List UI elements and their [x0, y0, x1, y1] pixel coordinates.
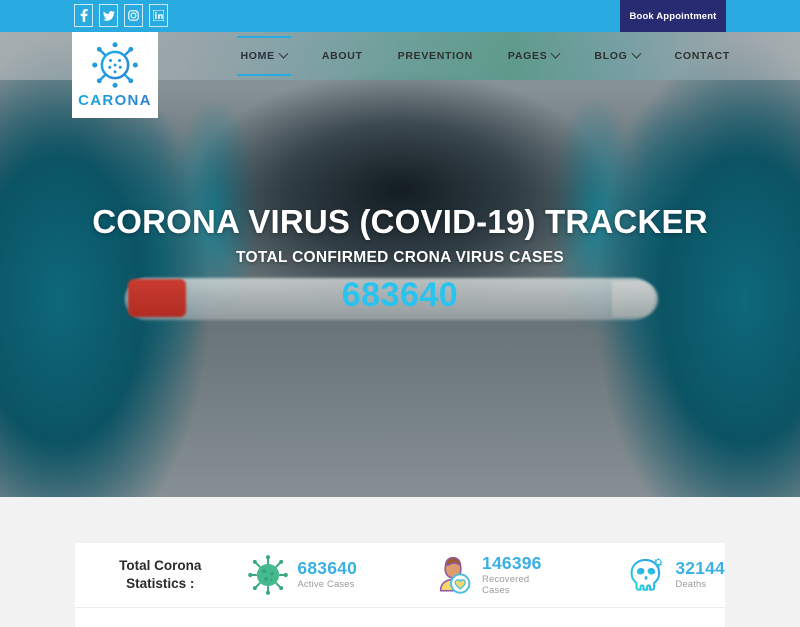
main-navigation: HOME ABOUT PREVENTION PAGES BLOG CONTACT — [0, 32, 800, 80]
nav-item-blog[interactable]: BLOG — [594, 36, 641, 76]
nav-item-blog-label: BLOG — [594, 50, 628, 62]
nav-item-pages-label: PAGES — [507, 50, 548, 62]
recovered-person-shield-icon — [439, 556, 471, 594]
hero-confirmed-count: 683640 — [341, 276, 459, 314]
linkedin-icon[interactable] — [149, 4, 168, 27]
stat-active-cases: 683640 Active Cases — [247, 554, 357, 596]
chevron-down-icon — [631, 48, 641, 59]
instagram-icon[interactable] — [124, 4, 143, 27]
stat-active-cases-label: Active Cases — [297, 579, 355, 591]
stat-deaths: 32144 Deaths — [625, 554, 725, 596]
statistics-heading-line2: Statistics : — [126, 576, 195, 591]
social-links — [74, 4, 168, 27]
nav-item-home[interactable]: HOME — [236, 36, 292, 76]
stat-deaths-value: 32144 — [675, 558, 725, 579]
stat-deaths-text: 32144 Deaths — [675, 558, 725, 591]
logo-wordmark: CARONA — [78, 92, 152, 109]
nav-item-about-label: ABOUT — [321, 50, 363, 62]
nav-item-prevention[interactable]: PREVENTION — [398, 36, 473, 76]
statistics-heading-line1: Total Corona — [119, 557, 202, 573]
twitter-icon[interactable] — [99, 4, 118, 27]
nav-item-contact[interactable]: CONTACT — [675, 36, 730, 76]
hero-title: CORONA VIRUS (COVID-19) TRACKER — [92, 203, 708, 240]
nav-item-about[interactable]: ABOUT — [322, 36, 363, 76]
nav-item-pages[interactable]: PAGES — [507, 36, 561, 76]
facebook-icon[interactable] — [74, 4, 93, 27]
skull-gear-icon — [630, 557, 663, 591]
nav-item-prevention-label: PREVENTION — [397, 50, 473, 62]
chevron-down-icon — [550, 48, 561, 59]
stat-recovered-cases: 146396 Recovered Cases — [432, 552, 555, 596]
nav-item-contact-label: CONTACT — [674, 50, 730, 62]
page-root: CORONA VIRUS (COVID-19) TRACKER TOTAL CO… — [0, 0, 800, 627]
statistics-row: Total Corona Statistics : 683640 Active … — [75, 543, 725, 607]
stats-divider — [75, 607, 725, 608]
stat-recovered-cases-label: Recovered Cases — [482, 574, 530, 596]
stat-recovered-cases-text: 146396 Recovered Cases — [482, 552, 555, 596]
virus-icon — [248, 555, 289, 595]
stat-active-cases-value: 683640 — [297, 558, 358, 579]
stat-deaths-label: Deaths — [675, 579, 707, 591]
statistics-card: Total Corona Statistics : 683640 Active … — [75, 543, 725, 627]
nav-item-home-label: HOME — [240, 50, 275, 62]
stat-recovered-cases-value: 146396 — [482, 552, 542, 573]
book-appointment-button[interactable]: Book Appointment — [620, 0, 726, 32]
top-bar: Book Appointment — [0, 0, 800, 32]
statistics-heading: Total Corona Statistics : — [83, 557, 237, 593]
hero-subtitle: TOTAL CONFIRMED CRONA VIRUS CASES — [236, 249, 564, 266]
chevron-down-icon — [278, 48, 289, 59]
stat-active-cases-text: 683640 Active Cases — [297, 558, 358, 591]
